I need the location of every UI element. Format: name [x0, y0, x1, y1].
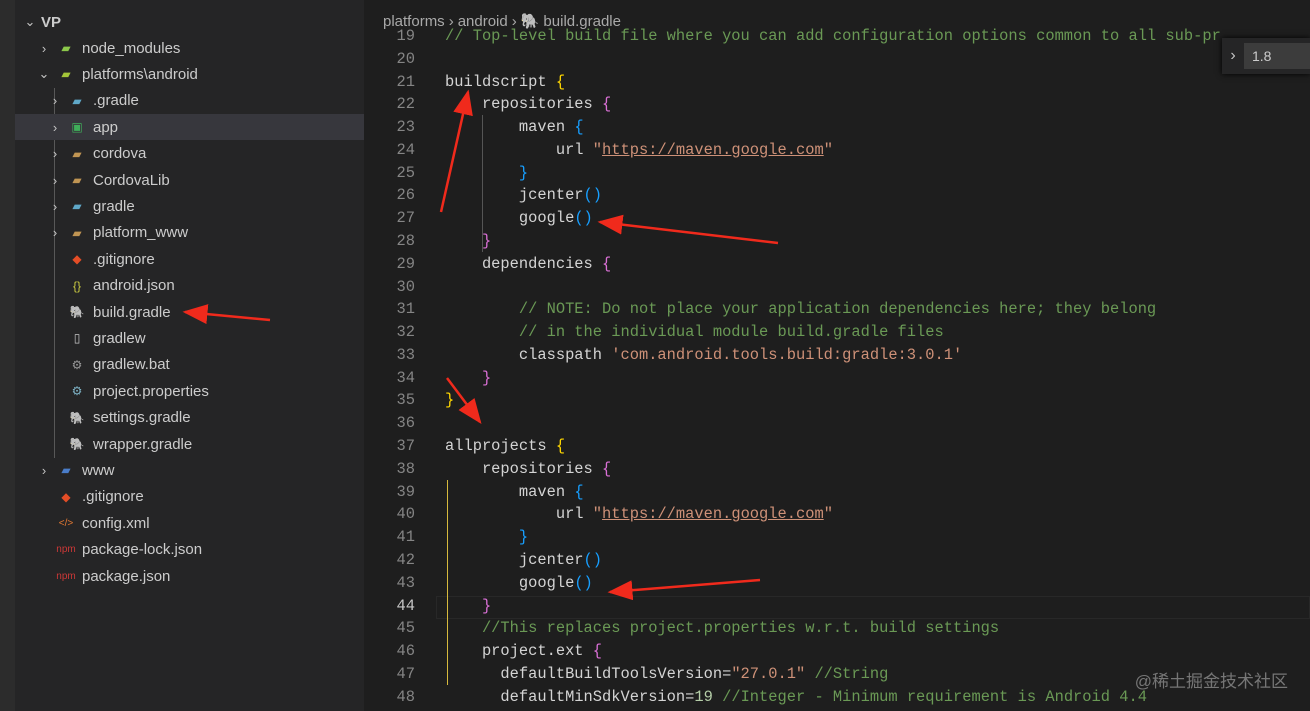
annotation-arrows [182, 89, 779, 601]
arrow-buildscript [439, 89, 473, 213]
arrow-build-gradle [182, 304, 271, 325]
arrow-google-1 [597, 214, 779, 245]
arrow-google-2 [607, 578, 761, 601]
arrow-allprojects [446, 377, 482, 424]
